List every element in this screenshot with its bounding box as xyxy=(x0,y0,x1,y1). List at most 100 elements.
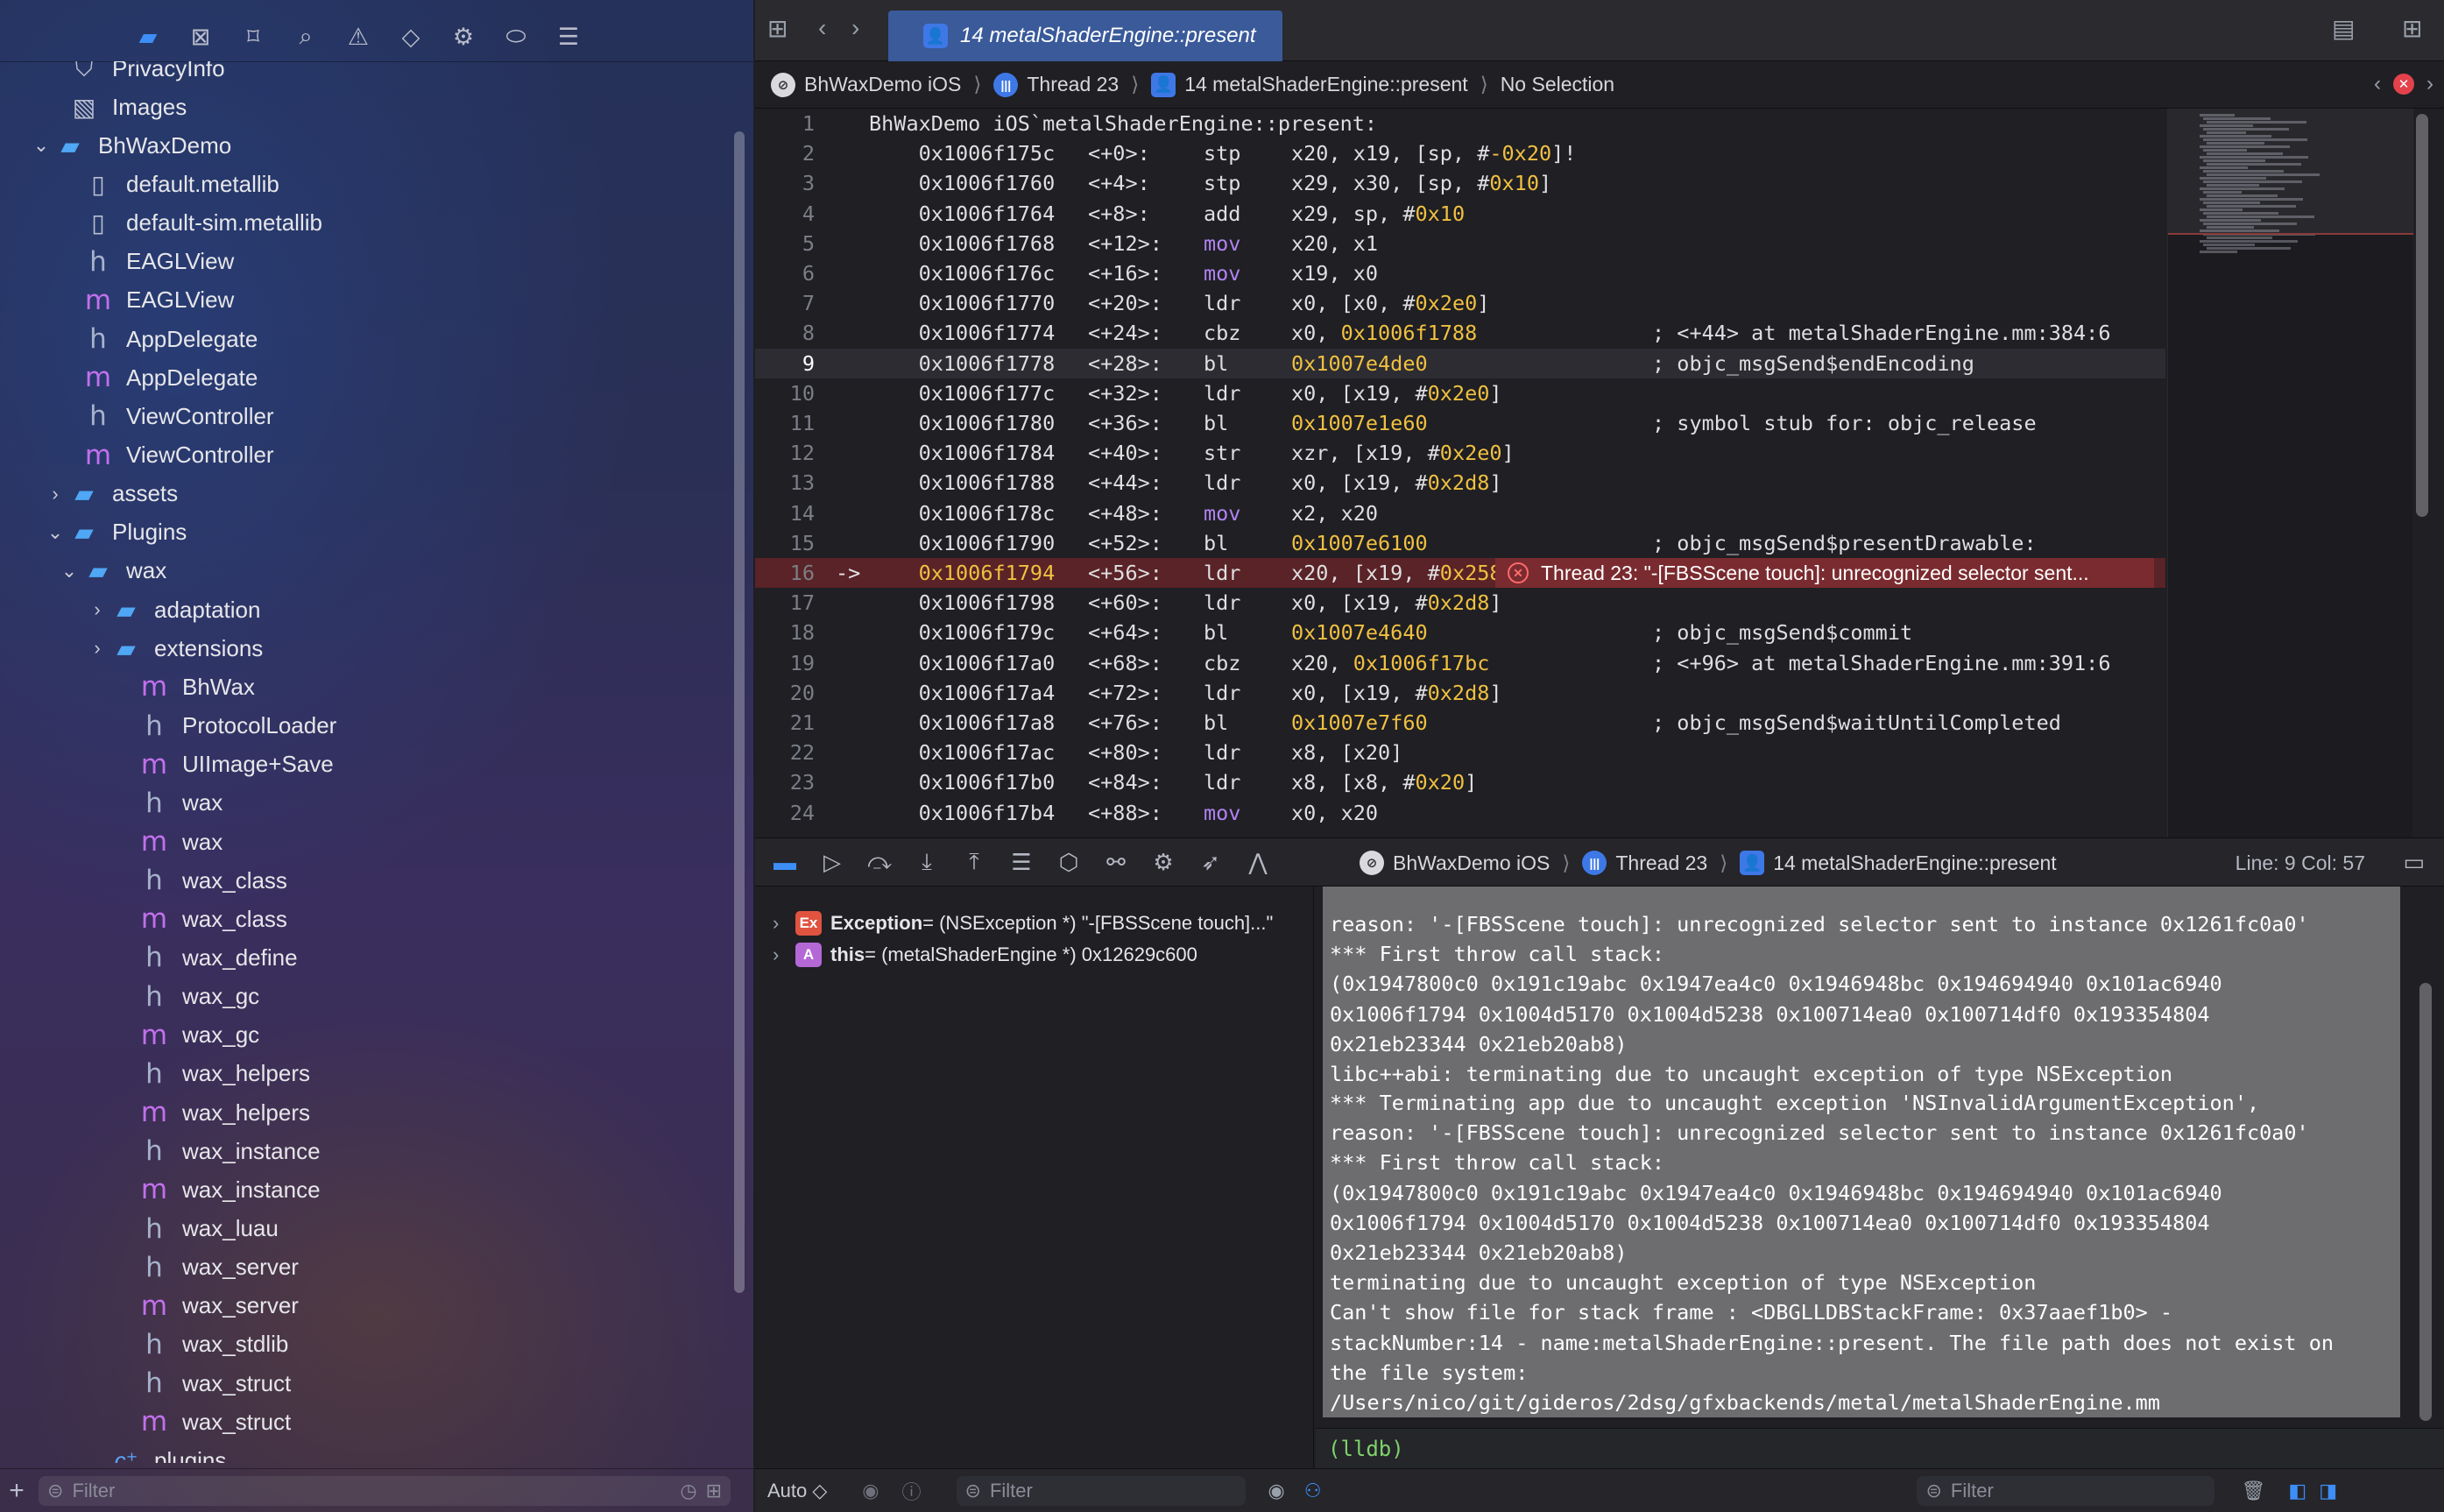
variable-row[interactable]: › Athis = (metalShaderEngine *) 0x12629c6… xyxy=(773,939,1197,971)
line-number[interactable]: 2 xyxy=(755,141,825,166)
code-line[interactable]: 2 0x1006f175c <+0>: stp x20, x19, [sp, #-0x… xyxy=(755,138,2165,168)
step-into-icon[interactable]: ⤓ xyxy=(909,844,944,880)
breadcrumb-frame[interactable]: 14 metalShaderEngine::present xyxy=(1184,73,1468,96)
navigator-item[interactable]: h AppDelegate xyxy=(0,320,258,358)
code-line[interactable]: 23 0x1006f17b0 <+84>: ldr x8, [x8, #0x20] xyxy=(755,767,2165,797)
tab-disassembly[interactable]: 👤 14 metalShaderEngine::present xyxy=(888,11,1282,61)
navigator-item[interactable]: h wax_stdlib xyxy=(0,1325,288,1364)
info-icon[interactable]: ⓘ xyxy=(902,1477,922,1505)
line-number[interactable]: 23 xyxy=(755,770,825,795)
chevron-right-icon[interactable]: › xyxy=(44,475,67,513)
variable-row[interactable]: › Ex Exception = (NSException *) "-[FBSSce… xyxy=(773,908,1273,939)
variables-filter[interactable]: ⊜ Filter xyxy=(956,1475,1246,1506)
code-line[interactable]: 16 -> 0x1006f1794 <+56>: ldr x20, [x19, #0x2… xyxy=(755,558,2165,588)
line-number[interactable]: 15 xyxy=(755,531,825,555)
error-icon[interactable]: ✕ xyxy=(2393,74,2414,95)
navigator-item[interactable]: ▯ default.metallib xyxy=(0,165,279,203)
trash-icon[interactable]: 🗑 xyxy=(2241,1480,2265,1502)
code-line[interactable]: 21 0x1006f17a8 <+76>: bl 0x1007e7f60 ; objc_… xyxy=(755,708,2165,738)
eye-icon[interactable]: ◉ xyxy=(1268,1480,1285,1502)
navigator-item[interactable]: h wax_luau xyxy=(0,1210,279,1248)
next-issue-icon[interactable]: › xyxy=(2426,72,2433,96)
console-pane-toggle-icon[interactable]: ◨ xyxy=(2319,1480,2337,1502)
chevron-down-icon[interactable]: ⌄ xyxy=(44,513,67,552)
recent-icon[interactable]: ◷ xyxy=(680,1480,696,1502)
navigator-item[interactable]: h wax_server xyxy=(0,1248,299,1287)
code-line[interactable]: 19 0x1006f17a0 <+68>: cbz x20, 0x1006f17bc;… xyxy=(755,648,2165,678)
code-line[interactable]: 17 0x1006f1798 <+60>: ldr x0, [x19, #0x2d8] xyxy=(755,588,2165,618)
debug-icon[interactable]: ⚙ xyxy=(447,20,480,53)
line-number[interactable]: 17 xyxy=(755,590,825,615)
grid-icon[interactable]: ⊞ xyxy=(767,14,788,43)
back-icon[interactable]: ‹ xyxy=(818,14,826,42)
code-line[interactable]: 1 BhWaxDemo iOS`metalShaderEngine::presen… xyxy=(755,109,2165,138)
debug-breadcrumb-thread[interactable]: Thread 23 xyxy=(1615,851,1707,875)
memory-graph-icon[interactable]: ⬡ xyxy=(1051,844,1086,880)
line-number[interactable]: 8 xyxy=(755,321,825,345)
navigator-item[interactable]: h ProtocolLoader xyxy=(0,707,336,745)
lldb-prompt[interactable]: (lldb) xyxy=(1316,1428,2444,1468)
line-number[interactable]: 19 xyxy=(755,651,825,675)
eye-icon[interactable]: ◉ xyxy=(862,1480,879,1502)
variables-mode-select[interactable]: Auto ◇ xyxy=(767,1480,827,1502)
chevron-down-icon[interactable]: ⌄ xyxy=(30,126,53,165)
variables-view[interactable]: › Ex Exception = (NSException *) "-[FBSSce… xyxy=(755,887,1314,1468)
breadcrumb-thread[interactable]: Thread 23 xyxy=(1027,73,1119,96)
find-icon[interactable]: ⌕ xyxy=(289,20,322,53)
breakpoints-toggle-icon[interactable]: ▬ xyxy=(767,844,802,880)
navigator-item[interactable]: m wax_instance xyxy=(0,1170,321,1209)
line-number[interactable]: 1 xyxy=(755,111,825,136)
navigator-item[interactable]: h wax_define xyxy=(0,938,297,977)
minimap-viewport[interactable] xyxy=(2168,109,2413,235)
code-line[interactable]: 8 0x1006f1774 <+24>: cbz x0, 0x1006f1788 ; <… xyxy=(755,318,2165,348)
navigator-item[interactable]: h wax_gc xyxy=(0,978,259,1016)
line-number[interactable]: 14 xyxy=(755,501,825,526)
navigator-item[interactable]: m wax_helpers xyxy=(0,1093,310,1132)
code-line[interactable]: 20 0x1006f17a4 <+72>: ldr x0, [x19, #0x2d8] xyxy=(755,678,2165,708)
code-line[interactable]: 18 0x1006f179c <+64>: bl 0x1007e4640 ; objc_… xyxy=(755,618,2165,647)
navigator-item[interactable]: m wax_class xyxy=(0,900,287,938)
hide-debug-area-icon[interactable]: ▭ xyxy=(2403,849,2425,876)
code-line[interactable]: 24 0x1006f17b4 <+88>: mov x0, x20 xyxy=(755,798,2165,828)
issue-icon[interactable]: ⚠ xyxy=(342,20,375,53)
code-line[interactable]: 9 0x1006f1778 <+28>: bl 0x1007e4de0 ; objc_m… xyxy=(755,348,2165,378)
code-line[interactable]: 5 0x1006f1768 <+12>: mov x20, x1 xyxy=(755,229,2165,258)
navigator-item[interactable]: ▧ Images xyxy=(0,88,187,126)
simulate-location-icon[interactable]: ⚙ xyxy=(1146,844,1181,880)
chevron-right-icon[interactable]: › xyxy=(86,590,109,629)
chevron-right-icon[interactable]: › xyxy=(86,629,109,668)
navigator-item[interactable]: › ▰ adaptation xyxy=(0,590,260,629)
report-icon[interactable]: ☰ xyxy=(552,20,585,53)
forward-icon[interactable]: › xyxy=(851,14,859,42)
previous-issue-icon[interactable]: ‹ xyxy=(2374,72,2381,96)
navigator-item[interactable]: h wax_struct xyxy=(0,1364,291,1402)
navigator-item[interactable]: h wax_instance xyxy=(0,1132,320,1170)
console-filter[interactable]: ⊜ Filter xyxy=(1917,1475,2215,1506)
inspector-toggle-icon[interactable]: ▤ xyxy=(2332,14,2355,43)
chevron-down-icon[interactable]: ⌄ xyxy=(58,552,81,590)
navigator-item[interactable]: m wax_gc xyxy=(0,1016,259,1055)
location-icon[interactable]: ➶ xyxy=(1193,844,1228,880)
debug-breadcrumb-app[interactable]: BhWaxDemo iOS xyxy=(1393,851,1550,875)
navigator-item[interactable]: ⌄ ▰ Plugins xyxy=(0,513,187,552)
line-number[interactable]: 3 xyxy=(755,171,825,195)
navigator-item[interactable]: m wax_struct xyxy=(0,1402,291,1441)
metal-icon[interactable]: ⋀ xyxy=(1240,844,1275,880)
navigator-item[interactable]: m EAGLView xyxy=(0,281,234,320)
view-hierarchy-icon[interactable]: ☰ xyxy=(1004,844,1039,880)
code-line[interactable]: 6 0x1006f176c <+16>: mov x19, x0 xyxy=(755,258,2165,288)
navigator-item[interactable]: m wax_server xyxy=(0,1287,299,1325)
code-line[interactable]: 15 0x1006f1790 <+52>: bl 0x1007e6100 ; objc_… xyxy=(755,528,2165,558)
debug-breadcrumb-frame[interactable]: 14 metalShaderEngine::present xyxy=(1773,851,2057,875)
chevron-right-icon[interactable]: › xyxy=(773,912,787,935)
scm-filter-icon[interactable]: ⊞ xyxy=(706,1480,722,1502)
console-view[interactable]: reason: '-[FBSScene touch]: unrecognized… xyxy=(1316,887,2444,1468)
breakpoint-icon[interactable]: ⬭ xyxy=(499,20,533,53)
navigator-item[interactable]: h EAGLView xyxy=(0,243,234,281)
navigator-item[interactable]: m BhWax xyxy=(0,668,255,706)
scrollbar[interactable] xyxy=(2419,983,2432,1421)
navigator-item[interactable]: h wax xyxy=(0,784,223,823)
code-line[interactable]: 7 0x1006f1770 <+20>: ldr x0, [x0, #0x2e0] xyxy=(755,288,2165,318)
code-line[interactable]: 12 0x1006f1784 <+40>: str xzr, [x19, #0x2e0… xyxy=(755,438,2165,468)
code-line[interactable]: 11 0x1006f1780 <+36>: bl 0x1007e1e60 ; symbo… xyxy=(755,408,2165,438)
